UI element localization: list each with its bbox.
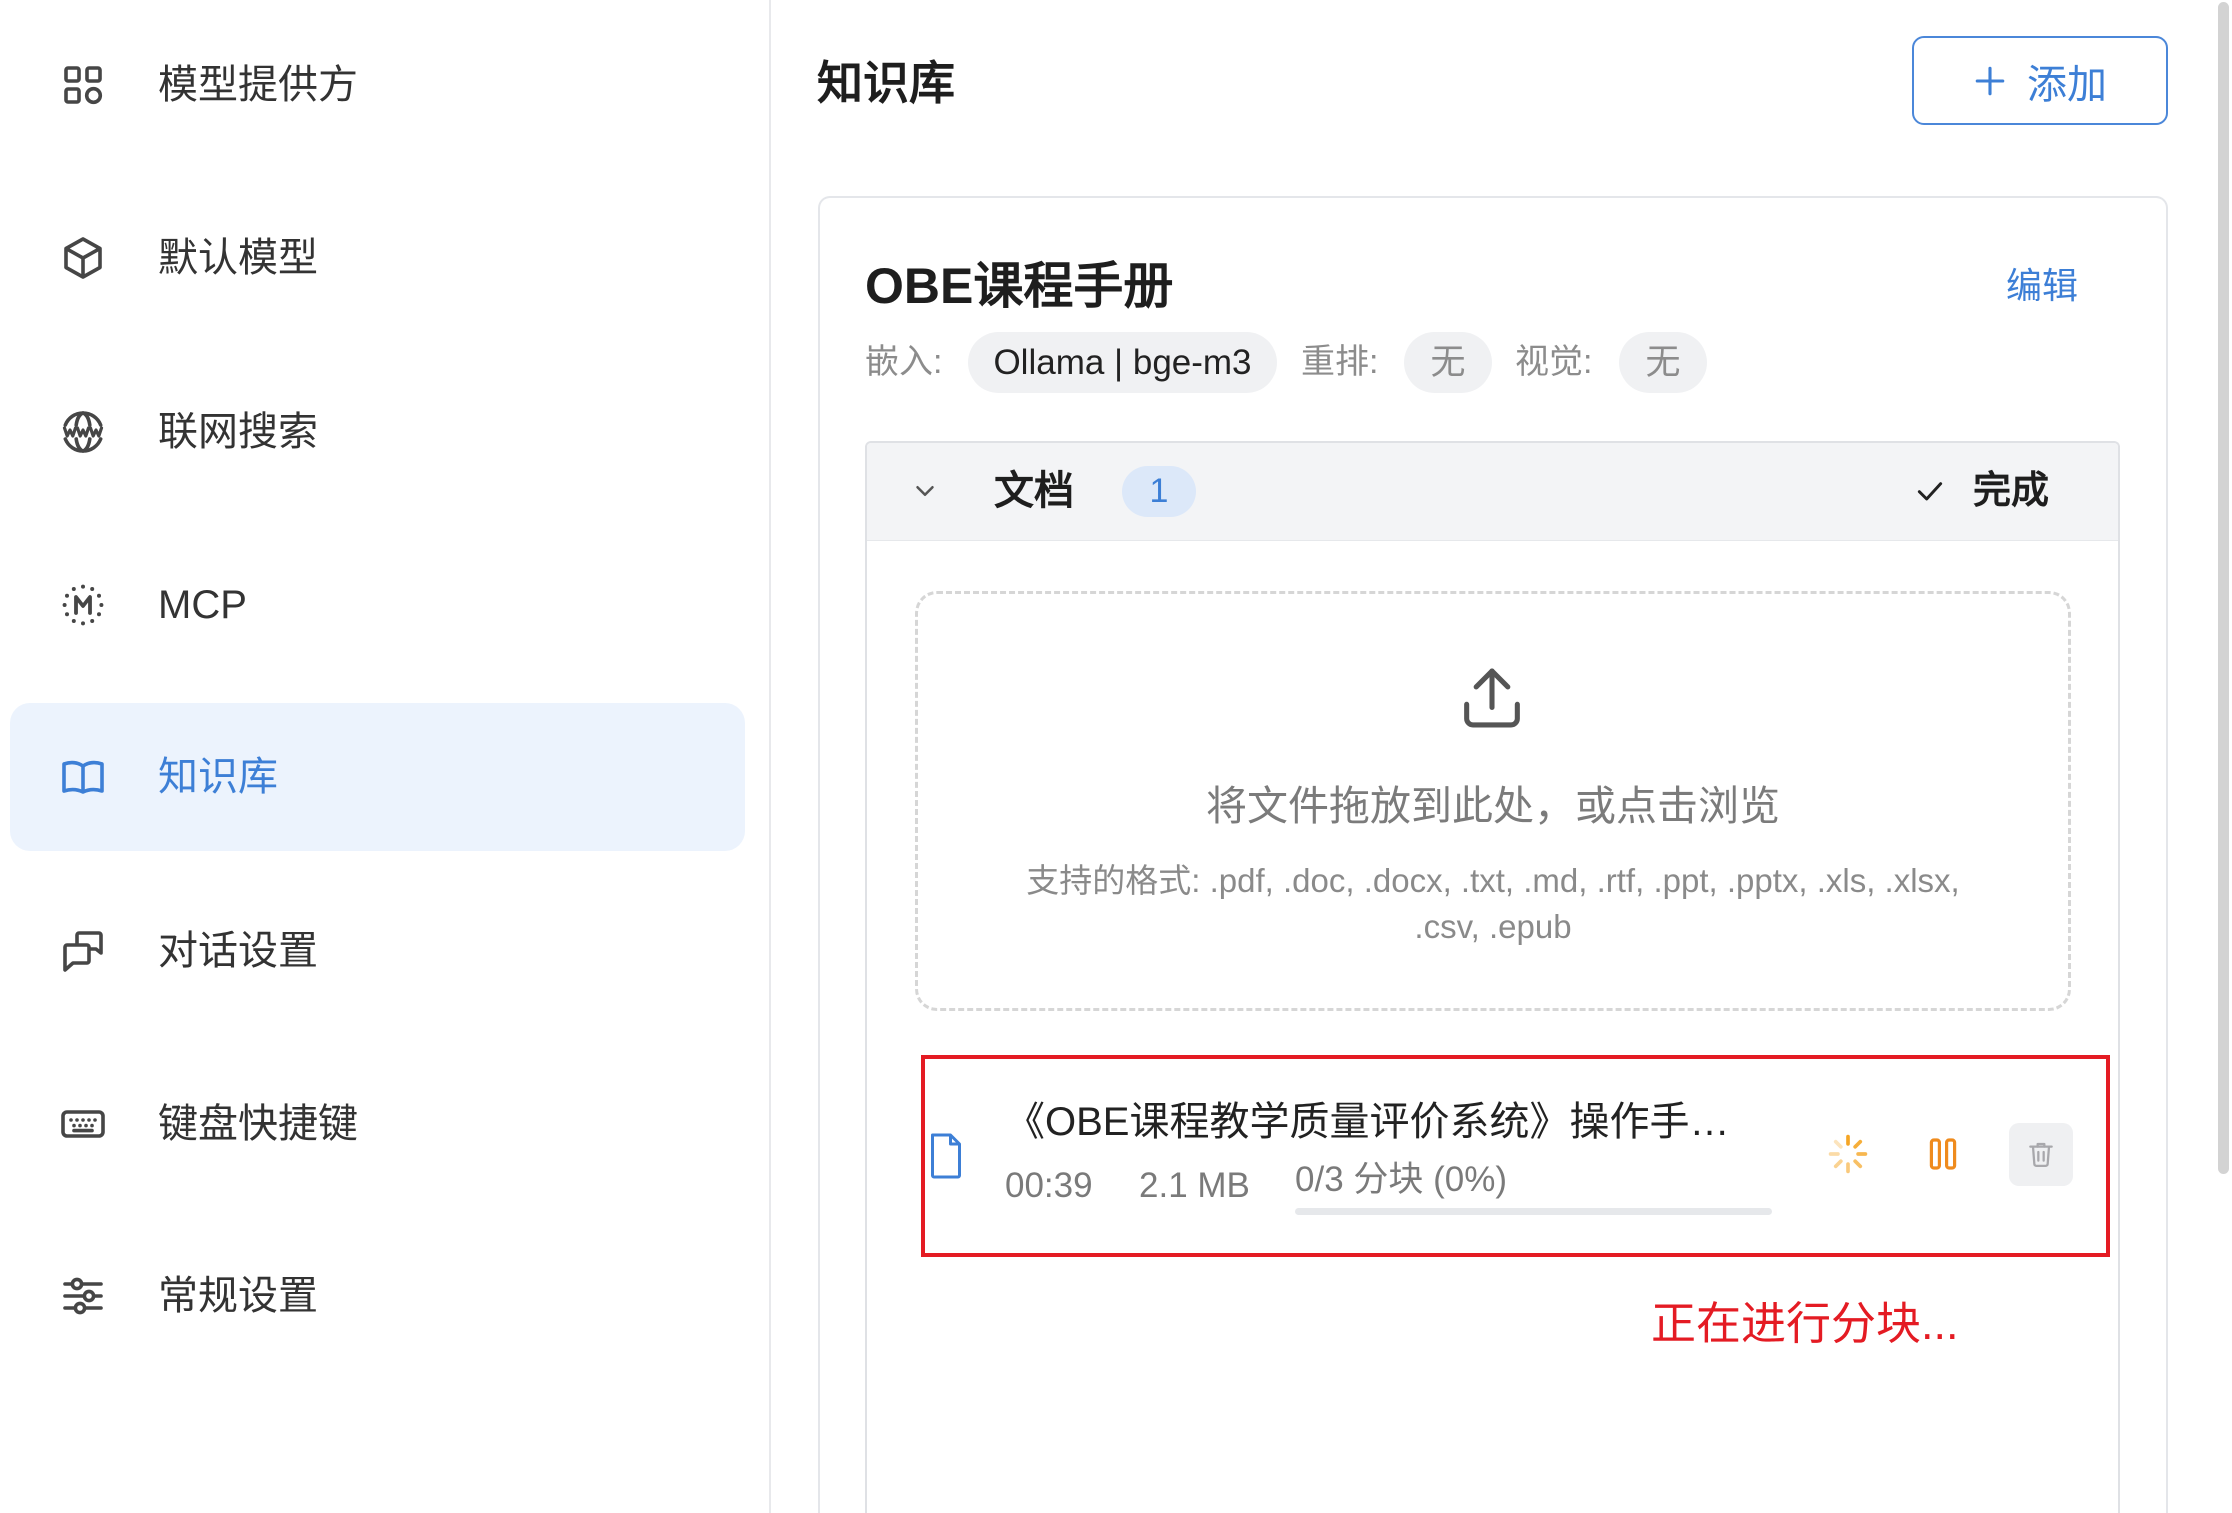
upload-icon xyxy=(1454,660,1530,736)
mcp-icon xyxy=(59,581,107,629)
embed-model-tag: Ollama | bge-m3 xyxy=(968,332,1277,393)
pause-icon xyxy=(1929,1138,1957,1170)
chunk-progress-bar xyxy=(1295,1208,1772,1215)
edit-link[interactable]: 编辑 xyxy=(2006,264,2078,308)
trash-icon xyxy=(2029,1142,2053,1168)
sidebar-item-mcp[interactable]: MCP xyxy=(10,531,745,679)
documents-title: 文档 xyxy=(994,469,1074,513)
rerank-label: 重排: xyxy=(1301,343,1379,381)
documents-status-label: 完成 xyxy=(1973,470,2050,512)
sidebar-item-label: 知识库 xyxy=(158,755,278,799)
globe-www-icon xyxy=(59,408,107,456)
sidebar-item-label: 常规设置 xyxy=(158,1274,318,1318)
settings-sidebar: 模型提供方 默认模型 联网搜索 MCP 知识库 对话设置 键盘快捷键 常规设置 xyxy=(0,0,771,1513)
knowledge-base-card: OBE课程手册 编辑 嵌入: Ollama | bge-m3 重排: 无 视觉:… xyxy=(818,196,2168,1513)
spinner-icon xyxy=(1826,1132,1870,1176)
vision-model-tag: 无 xyxy=(1619,332,1707,393)
sidebar-item-label: 默认模型 xyxy=(158,236,318,280)
documents-count-badge: 1 xyxy=(1122,466,1196,517)
pause-button[interactable] xyxy=(1929,1138,1957,1170)
sidebar-item-label: 模型提供方 xyxy=(158,63,358,107)
sliders-icon xyxy=(59,1272,107,1320)
sidebar-item-default-model[interactable]: 默认模型 xyxy=(10,184,745,332)
file-name: 《OBE课程教学质量评价系统》操作手… xyxy=(1005,1100,1730,1144)
sidebar-item-model-providers[interactable]: 模型提供方 xyxy=(10,11,745,159)
book-icon xyxy=(59,753,107,801)
file-size: 2.1 MB xyxy=(1139,1166,1250,1205)
sidebar-item-label: 键盘快捷键 xyxy=(158,1102,358,1146)
chat-icon xyxy=(59,927,107,975)
dropzone-text: 将文件拖放到此处，或点击浏览 xyxy=(1206,783,1780,829)
sidebar-item-keyboard-shortcuts[interactable]: 键盘快捷键 xyxy=(10,1050,745,1198)
sidebar-item-chat-settings[interactable]: 对话设置 xyxy=(10,877,745,1025)
sidebar-item-label: 联网搜索 xyxy=(158,410,318,454)
knowledge-base-name: OBE课程手册 xyxy=(865,258,1174,314)
keyboard-icon xyxy=(59,1100,107,1148)
sidebar-item-general-settings[interactable]: 常规设置 xyxy=(10,1222,745,1370)
sidebar-item-label: MCP xyxy=(158,583,247,627)
page-scrollbar[interactable] xyxy=(2218,2,2229,1174)
documents-panel: 文档 1 完成 将文件拖放到此处，或点击浏览 支持的格式: .pdf, .doc… xyxy=(865,441,2120,1513)
cube-icon xyxy=(59,234,107,282)
sidebar-item-knowledge-base[interactable]: 知识库 xyxy=(10,703,745,851)
embed-label: 嵌入: xyxy=(865,343,943,381)
page-title: 知识库 xyxy=(817,57,955,109)
chevron-down-icon[interactable] xyxy=(910,476,940,506)
annotation-text: 正在进行分块... xyxy=(1651,1298,1959,1349)
sidebar-item-web-search[interactable]: 联网搜索 xyxy=(10,358,745,506)
add-button-label: 添加 xyxy=(2027,62,2107,107)
file-upload-time: 00:39 xyxy=(1005,1166,1093,1205)
file-icon xyxy=(928,1132,964,1180)
delete-file-button[interactable] xyxy=(2009,1123,2073,1186)
vision-label: 视觉: xyxy=(1515,343,1593,381)
documents-panel-header[interactable]: 文档 1 完成 xyxy=(867,443,2118,541)
supported-formats-text: 支持的格式: .pdf, .doc, .docx, .txt, .md, .rt… xyxy=(1026,862,1960,945)
add-knowledge-base-button[interactable]: 添加 xyxy=(1912,36,2168,125)
plus-icon xyxy=(1973,64,2007,98)
check-icon xyxy=(1914,475,1946,507)
grid-icon xyxy=(59,61,107,109)
sidebar-item-label: 对话设置 xyxy=(158,929,318,973)
chunk-progress-text: 0/3 分块 (0%) xyxy=(1295,1160,1507,1199)
file-dropzone[interactable]: 将文件拖放到此处，或点击浏览 支持的格式: .pdf, .doc, .docx,… xyxy=(915,591,2071,1011)
rerank-model-tag: 无 xyxy=(1404,332,1492,393)
